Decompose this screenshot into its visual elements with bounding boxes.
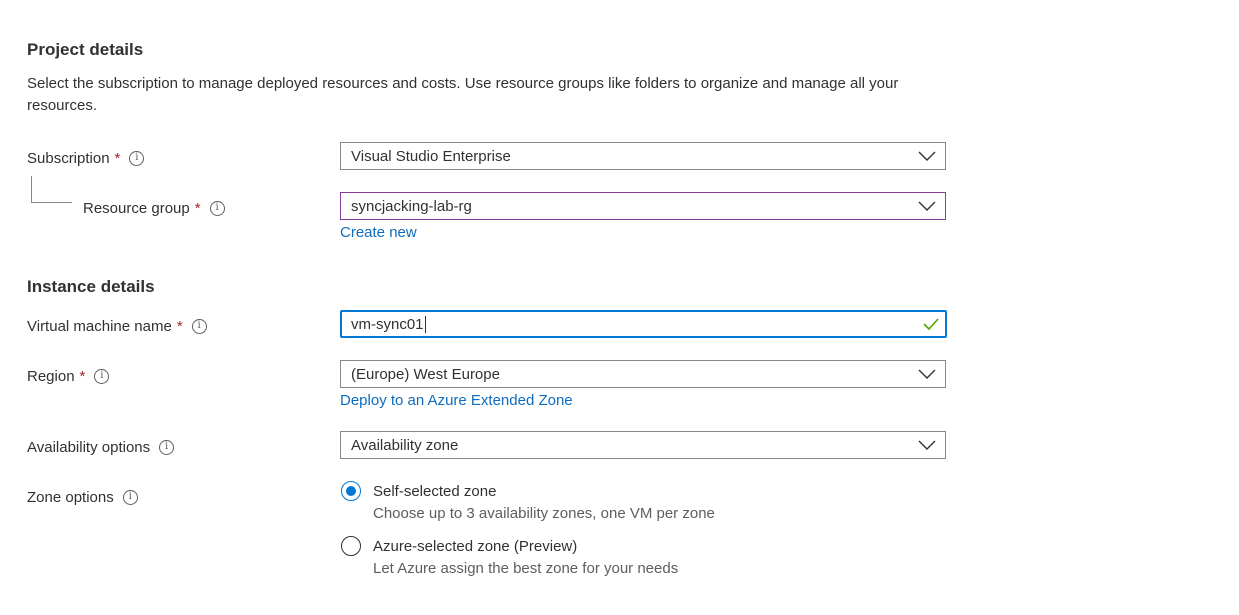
- info-icon[interactable]: i: [94, 368, 110, 384]
- tree-connector-horizontal: [31, 202, 72, 203]
- info-icon[interactable]: i: [122, 489, 138, 505]
- text-cursor: [424, 315, 426, 333]
- create-new-link[interactable]: Create new: [340, 224, 417, 241]
- tree-connector-vertical: [31, 176, 32, 202]
- resource-group-dropdown[interactable]: syncjacking-lab-rg: [340, 192, 946, 220]
- radio-azure-selected-zone[interactable]: [341, 536, 361, 556]
- availability-label-row: Availability options i: [27, 437, 175, 457]
- checkmark-icon: [923, 318, 939, 330]
- required-marker: *: [194, 199, 201, 217]
- info-icon[interactable]: i: [209, 200, 225, 216]
- resource-group-label-row: Resource group * i: [83, 198, 225, 218]
- subscription-label-row: Subscription * i: [27, 148, 145, 168]
- region-label: Region: [27, 367, 75, 385]
- info-icon[interactable]: i: [159, 439, 175, 455]
- region-dropdown[interactable]: (Europe) West Europe: [340, 360, 946, 388]
- availability-dropdown[interactable]: Availability zone: [340, 431, 946, 459]
- required-marker: *: [114, 149, 121, 167]
- vm-name-value: vm-sync01: [351, 315, 424, 333]
- radio-self-selected-label[interactable]: Self-selected zone: [373, 483, 496, 500]
- subscription-value: Visual Studio Enterprise: [351, 147, 511, 165]
- instance-details-heading: Instance details: [27, 277, 155, 296]
- required-marker: *: [176, 317, 183, 335]
- extended-zone-link[interactable]: Deploy to an Azure Extended Zone: [340, 392, 573, 409]
- vm-name-input[interactable]: vm-sync01: [340, 310, 947, 338]
- info-icon[interactable]: i: [129, 150, 145, 166]
- vm-name-label: Virtual machine name: [27, 317, 172, 335]
- required-marker: *: [79, 367, 86, 385]
- subscription-label: Subscription: [27, 149, 110, 167]
- radio-azure-selected-description: Let Azure assign the best zone for your …: [373, 560, 679, 577]
- subscription-dropdown[interactable]: Visual Studio Enterprise: [340, 142, 946, 170]
- chevron-down-icon: [918, 369, 936, 379]
- project-details-description: Select the subscription to manage deploy…: [27, 75, 899, 114]
- zone-options-label: Zone options: [27, 488, 114, 506]
- vm-name-label-row: Virtual machine name * i: [27, 316, 207, 336]
- availability-value: Availability zone: [351, 436, 459, 454]
- zone-options-label-row: Zone options i: [27, 487, 138, 507]
- radio-self-selected-description: Choose up to 3 availability zones, one V…: [373, 505, 715, 522]
- region-value: (Europe) West Europe: [351, 365, 500, 383]
- chevron-down-icon: [918, 440, 936, 450]
- chevron-down-icon: [918, 201, 936, 211]
- radio-azure-selected-label[interactable]: Azure-selected zone (Preview): [373, 538, 577, 555]
- region-label-row: Region * i: [27, 366, 110, 386]
- resource-group-value: syncjacking-lab-rg: [351, 197, 472, 215]
- radio-self-selected-zone[interactable]: [341, 481, 361, 501]
- resource-group-label: Resource group: [83, 199, 190, 217]
- chevron-down-icon: [918, 151, 936, 161]
- availability-label: Availability options: [27, 438, 151, 456]
- info-icon[interactable]: i: [191, 318, 207, 334]
- project-details-heading: Project details: [27, 40, 144, 59]
